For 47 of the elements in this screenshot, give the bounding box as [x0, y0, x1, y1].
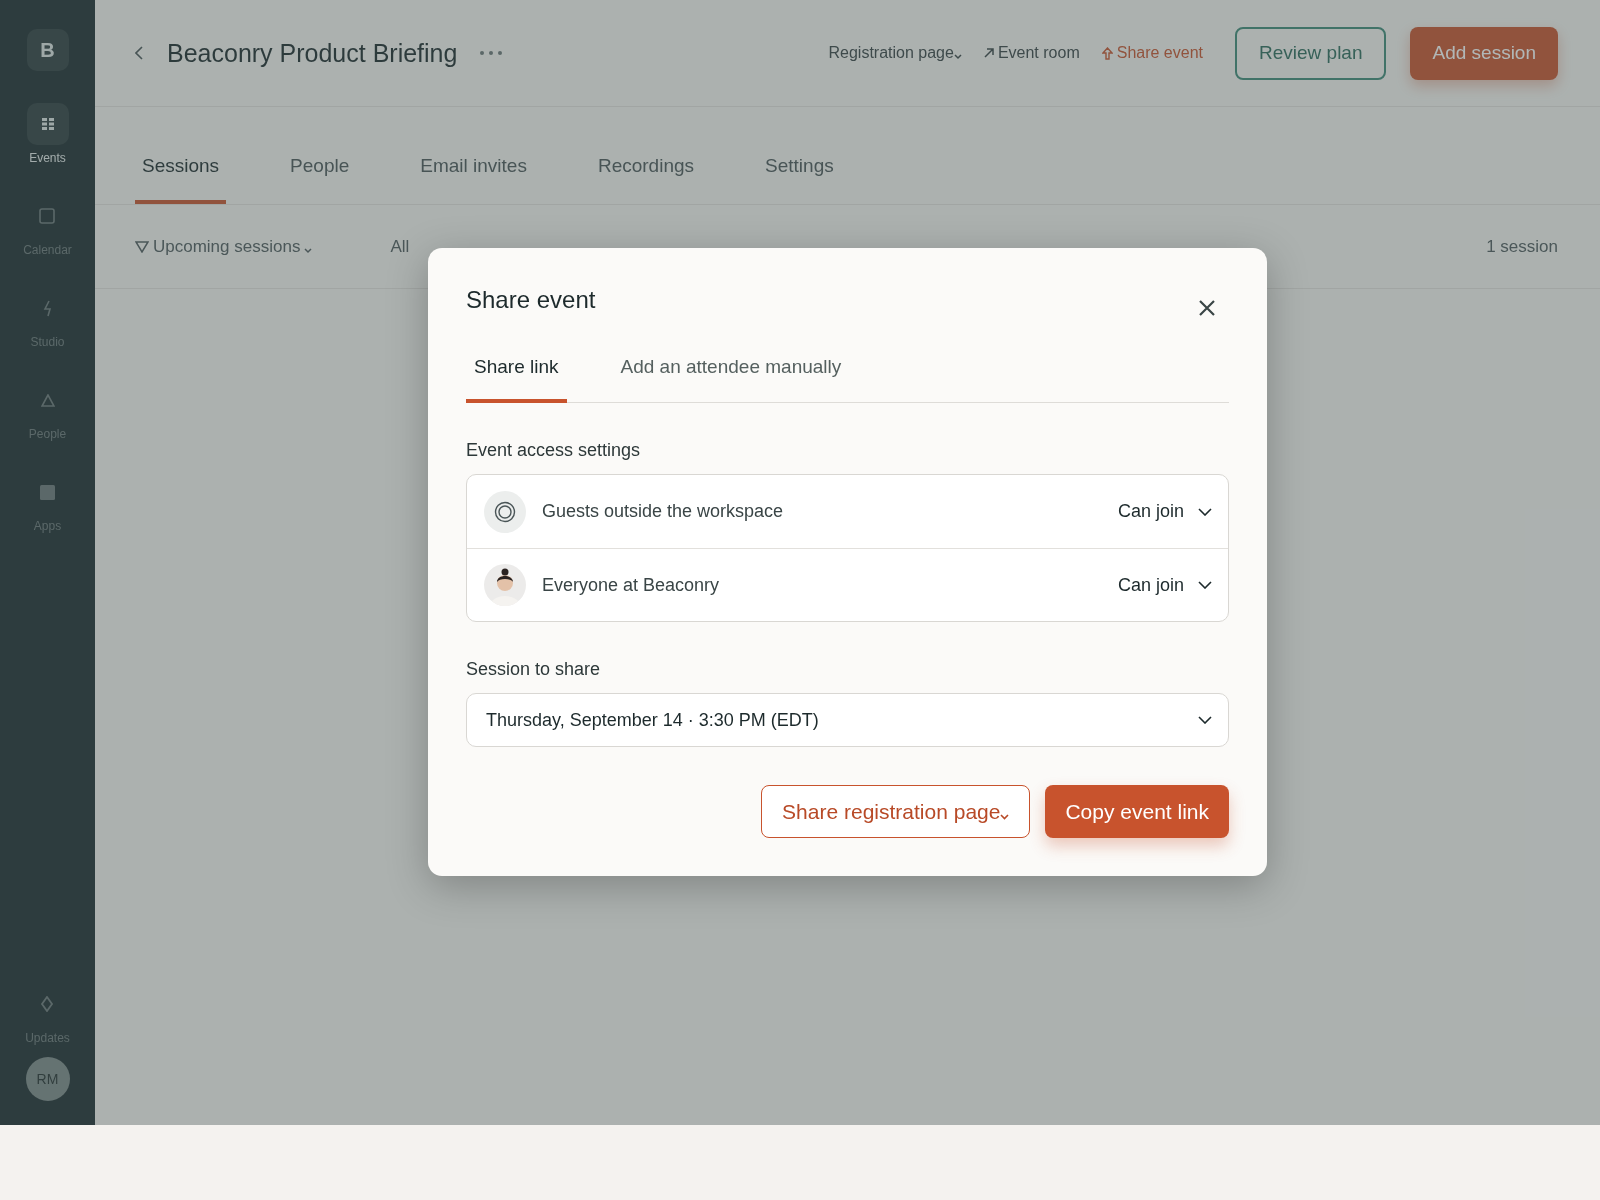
header-link[interactable]: Registration page	[828, 41, 962, 65]
tab[interactable]: Settings	[758, 151, 841, 204]
session-count: 1 session	[1486, 235, 1558, 258]
avatar	[484, 564, 526, 607]
close-button[interactable]	[1197, 298, 1217, 318]
square-icon	[39, 208, 56, 224]
caret-icon	[304, 247, 313, 254]
logo: B	[26, 29, 69, 71]
access-name: Guests outside the workspace	[542, 500, 785, 524]
tab[interactable]: Share link	[466, 352, 567, 404]
copy-link-button[interactable]: Copy event link	[1045, 785, 1229, 839]
dialog-title: Share event	[466, 286, 596, 315]
tab[interactable]: Add an attendee manually	[612, 352, 850, 404]
header-link[interactable]: Share event	[1101, 41, 1203, 65]
caret-icon	[953, 54, 962, 60]
tab[interactable]: Recordings	[590, 151, 702, 204]
arrow-icon	[983, 48, 994, 58]
page-title: Beaconry Product Briefing	[167, 38, 458, 68]
session-select[interactable]: Thursday, September 14 · 3:30 PM (EDT)	[466, 693, 1229, 748]
section-label: Event access settings	[466, 439, 642, 463]
tab[interactable]: Sessions	[135, 151, 227, 204]
permission-dropdown[interactable]: Can join	[1117, 571, 1212, 599]
more-button[interactable]	[479, 50, 504, 56]
filter-icon	[135, 240, 149, 253]
chevron-icon	[1198, 507, 1212, 516]
square-icon	[40, 484, 55, 500]
diamond-icon	[40, 996, 55, 1012]
filter-dropdown[interactable]: Upcoming sessions	[135, 233, 313, 260]
permission-dropdown[interactable]: Can join	[1117, 498, 1212, 526]
share-icon	[1101, 46, 1113, 60]
bolt-icon	[42, 299, 53, 317]
rings-icon	[494, 500, 516, 523]
tab[interactable]: Email invites	[413, 151, 534, 204]
add-button[interactable]: Add session	[1410, 26, 1558, 80]
access-name: Everyone at Beaconry	[542, 573, 721, 597]
review-button[interactable]: Review plan	[1235, 26, 1387, 80]
grid-icon	[41, 118, 54, 130]
section-label: Session to share	[466, 658, 602, 682]
tab[interactable]: People	[283, 151, 357, 204]
triangle-icon	[40, 393, 55, 407]
back-button[interactable]	[135, 46, 143, 60]
chevron-icon	[1198, 581, 1212, 590]
share-registration-button[interactable]: Share registration page	[761, 785, 1031, 839]
header-link[interactable]: Event room	[983, 41, 1080, 65]
filter-label: All	[390, 235, 410, 258]
caret-icon	[1000, 813, 1010, 820]
chevron-icon	[1198, 716, 1212, 725]
